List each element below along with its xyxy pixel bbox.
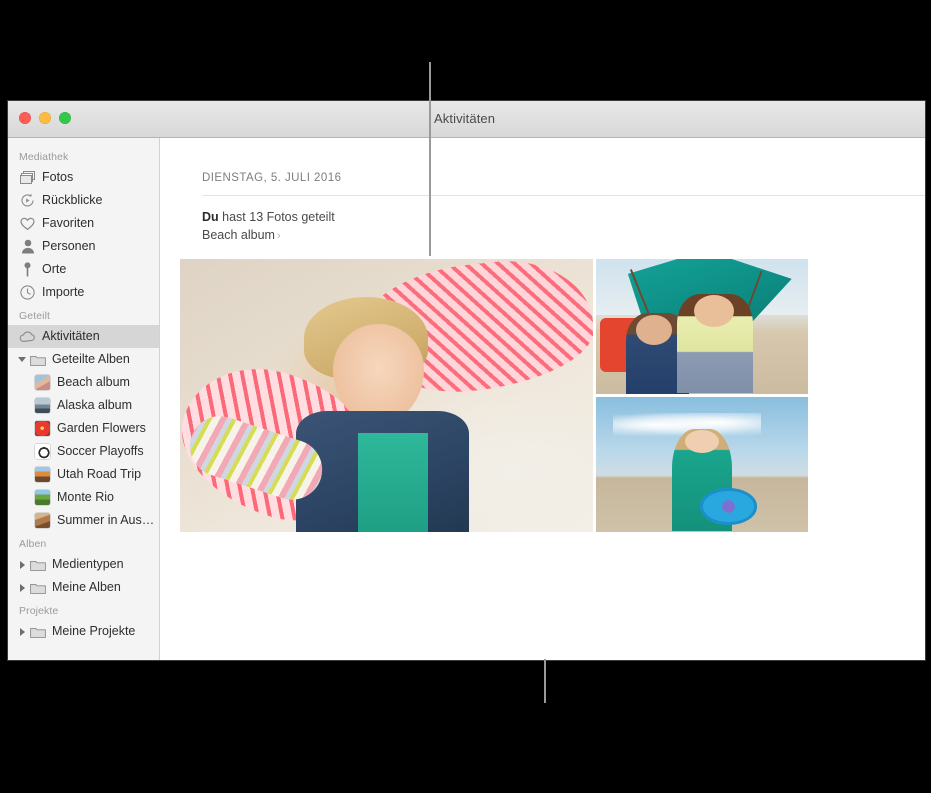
folder-icon [29, 623, 46, 640]
album-thumb-icon [35, 421, 50, 436]
activity-text: hast 13 Fotos geteilt [219, 210, 335, 224]
photo-girl-with-pink-towel[interactable] [180, 259, 593, 532]
sidebar-item-medientypen[interactable]: Medientypen [8, 553, 159, 576]
sidebar-item-label: Garden Flowers [57, 422, 146, 435]
chevron-down-icon[interactable] [17, 357, 27, 362]
album-thumb-icon [35, 398, 50, 413]
sidebar-item-rueckblicke[interactable]: Rückblicke [8, 189, 159, 212]
sidebar-section-header-geteilt: Geteilt [8, 304, 159, 325]
photo-image [180, 259, 593, 532]
sidebar-item-alaska-album[interactable]: Alaska album [8, 394, 159, 417]
sidebar-item-label: Personen [42, 240, 96, 253]
sidebar-item-label: Monte Rio [57, 491, 114, 504]
chevron-right-icon[interactable] [17, 628, 27, 636]
minimize-button[interactable] [39, 112, 51, 124]
activity-date-header: DIENSTAG, 5. JULI 2016 [160, 138, 925, 195]
sidebar-item-aktivitaeten[interactable]: Aktivitäten [8, 325, 159, 348]
sidebar-item-label: Medientypen [52, 558, 124, 571]
sidebar[interactable]: Mediathek Fotos Rückblicke Favoriten Per… [8, 138, 160, 660]
callout-line-title [429, 62, 431, 256]
folder-icon [29, 556, 46, 573]
memories-icon [19, 192, 36, 209]
album-thumb-icon [35, 375, 50, 390]
sidebar-section-header-alben: Alben [8, 532, 159, 553]
album-thumb-icon [35, 490, 50, 505]
chevron-right-icon: › [275, 230, 281, 242]
sidebar-item-monte-rio[interactable]: Monte Rio [8, 486, 159, 509]
photos-app-window: Aktivitäten Mediathek Fotos Rückblicke F… [8, 101, 925, 660]
sidebar-item-favoriten[interactable]: Favoriten [8, 212, 159, 235]
sidebar-item-label: Aktivitäten [42, 330, 100, 343]
heart-icon [19, 215, 36, 232]
cloud-icon [19, 328, 36, 345]
chevron-right-icon[interactable] [17, 561, 27, 569]
sidebar-item-orte[interactable]: Orte [8, 258, 159, 281]
photo-mother-and-boy-under-kite[interactable] [596, 259, 808, 394]
sidebar-item-label: Alaska album [57, 399, 132, 412]
sidebar-item-label: Beach album [57, 376, 130, 389]
folder-icon [29, 351, 46, 368]
sidebar-item-importe[interactable]: Importe [8, 281, 159, 304]
sidebar-item-personen[interactable]: Personen [8, 235, 159, 258]
sidebar-item-label: Utah Road Trip [57, 468, 141, 481]
activity-actor: Du [202, 210, 219, 224]
sidebar-item-label: Favoriten [42, 217, 94, 230]
sidebar-item-beach-album[interactable]: Beach album [8, 371, 159, 394]
album-link[interactable]: Beach album› [202, 227, 925, 245]
album-thumb-icon [35, 513, 50, 528]
sidebar-item-label: Rückblicke [42, 194, 102, 207]
sidebar-item-summer-in-australia[interactable]: Summer in Aus… [8, 509, 159, 532]
sidebar-item-label: Importe [42, 286, 84, 299]
sidebar-item-meine-alben[interactable]: Meine Alben [8, 576, 159, 599]
activity-description: Du hast 13 Fotos geteilt Beach album› [160, 196, 925, 245]
sidebar-item-utah-road-trip[interactable]: Utah Road Trip [8, 463, 159, 486]
activity-feed[interactable]: DIENSTAG, 5. JULI 2016 Du hast 13 Fotos … [160, 138, 925, 660]
photo-image [596, 259, 808, 394]
sidebar-item-label: Soccer Playoffs [57, 445, 144, 458]
sidebar-item-geteilte-alben[interactable]: Geteilte Alben [8, 348, 159, 371]
sidebar-item-meine-projekte[interactable]: Meine Projekte [8, 620, 159, 643]
sidebar-item-garden-flowers[interactable]: Garden Flowers [8, 417, 159, 440]
photo-image [596, 397, 808, 532]
clock-icon [19, 284, 36, 301]
sidebar-item-fotos[interactable]: Fotos [8, 166, 159, 189]
sidebar-section-header-projekte: Projekte [8, 599, 159, 620]
album-thumb-icon [35, 444, 50, 459]
sidebar-item-label: Geteilte Alben [52, 353, 130, 366]
close-button[interactable] [19, 112, 31, 124]
zoom-button[interactable] [59, 112, 71, 124]
sidebar-item-label: Orte [42, 263, 66, 276]
album-thumb-icon [35, 467, 50, 482]
photo-grid-row-1 [180, 259, 811, 661]
sidebar-item-label: Summer in Aus… [57, 514, 154, 527]
photo-girl-with-blue-frisbee[interactable] [596, 397, 808, 532]
traffic-light-group [19, 112, 71, 124]
sidebar-section-header-mediathek: Mediathek [8, 145, 159, 166]
sidebar-item-label: Meine Alben [52, 581, 121, 594]
person-icon [19, 238, 36, 255]
pin-icon [19, 261, 36, 278]
window-title: Aktivitäten [434, 101, 495, 137]
photos-icon [19, 169, 36, 186]
album-link-label: Beach album [202, 228, 275, 242]
window-titlebar: Aktivitäten [8, 101, 925, 138]
sidebar-item-soccer-playoffs[interactable]: Soccer Playoffs [8, 440, 159, 463]
sidebar-item-label: Fotos [42, 171, 73, 184]
sidebar-item-label: Meine Projekte [52, 625, 135, 638]
chevron-right-icon[interactable] [17, 584, 27, 592]
activity-scroll-area: DIENSTAG, 5. JULI 2016 Du hast 13 Fotos … [160, 138, 925, 660]
callout-line-photo-grid [544, 659, 546, 703]
folder-icon [29, 579, 46, 596]
window-body: Mediathek Fotos Rückblicke Favoriten Per… [8, 138, 925, 660]
